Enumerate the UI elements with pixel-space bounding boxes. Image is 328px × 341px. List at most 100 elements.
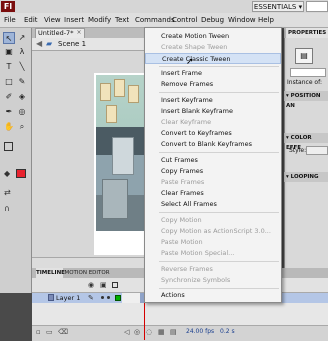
workspace-switcher[interactable]: ESSENTIALS ▾ — [252, 1, 304, 12]
tools-panel: ↖ ↗ ▣ λ T ╲ □ ✎ ✐ ◈ ✒ ◎ ✋ ⌕ ◆ ⇄ ∩ — [0, 28, 32, 293]
layer-visibility-dot[interactable] — [101, 296, 104, 299]
fill-color-swatch[interactable] — [16, 169, 26, 178]
menu-help[interactable]: Help — [258, 13, 274, 27]
menu-control[interactable]: Control — [172, 13, 197, 27]
position-section-header[interactable]: ▾ POSITION AN — [284, 91, 328, 109]
menu-item-create-motion-tween[interactable]: Create Motion Tween — [145, 31, 281, 42]
tab-motion-editor[interactable]: MOTION EDITOR — [64, 268, 110, 278]
zoom-tool-icon[interactable]: ⌕ — [16, 121, 28, 133]
swap-colors-icon[interactable]: ⇄ — [4, 188, 11, 197]
sticky-note-graphic — [106, 105, 117, 123]
stage-horizontal-scrollbar[interactable] — [32, 257, 144, 268]
menu-item-clear-frames[interactable]: Clear Frames — [145, 188, 281, 199]
outline-layers-icon[interactable] — [112, 282, 118, 288]
close-tab-icon[interactable]: × — [75, 28, 83, 37]
center-frame-icon[interactable]: ◁ — [124, 327, 129, 337]
menu-text[interactable]: Text — [115, 13, 129, 27]
timeline-empty-area — [32, 303, 328, 325]
menu-item-select-all-frames[interactable]: Select All Frames — [145, 199, 281, 210]
menu-modify[interactable]: Modify — [88, 13, 111, 27]
sticky-note-graphic — [114, 79, 125, 97]
pen-tool-icon[interactable]: ✒ — [3, 106, 15, 118]
help-search-input[interactable] — [306, 1, 328, 12]
layer-icon — [48, 294, 54, 301]
brush-tool-icon[interactable]: ✐ — [3, 91, 15, 103]
menu-file[interactable]: File — [4, 13, 16, 27]
back-arrow-icon[interactable]: ◀ — [36, 38, 42, 50]
clapperboard-icon: ▰ — [46, 39, 53, 48]
hand-tool-icon[interactable]: ✋ — [3, 121, 15, 133]
color-effect-section-header[interactable]: ▾ COLOR EFFE — [284, 133, 328, 151]
looping-section-header[interactable]: ▾ LOOPING — [284, 172, 328, 182]
computer-case-graphic — [102, 179, 128, 219]
lock-layers-icon[interactable]: ▣ — [100, 279, 107, 291]
menu-item-copy-frames[interactable]: Copy Frames — [145, 166, 281, 177]
stroke-color-swatch[interactable] — [4, 142, 13, 151]
text-tool-icon[interactable]: T — [3, 61, 15, 73]
menu-item-synchronize-symbols: Synchronize Symbols — [161, 276, 231, 284]
frame-rate-display[interactable]: 24.00 fps — [186, 326, 214, 338]
menu-item-remove-frames[interactable]: Remove Frames — [145, 79, 281, 90]
delete-layer-icon[interactable]: ⌫ — [58, 327, 68, 337]
layer-lock-dot[interactable] — [107, 296, 110, 299]
mouse-pointer-icon: ➚ — [186, 57, 194, 67]
paint-bucket-icon: ◆ — [4, 169, 11, 178]
menu-item-copy-motion-as-as3: Copy Motion as ActionScript 3.0... — [161, 227, 271, 235]
line-tool-icon[interactable]: ╲ — [16, 61, 28, 73]
menu-separator — [159, 261, 279, 262]
onion-skin-icon[interactable]: ◎ — [134, 327, 140, 337]
selection-tool-icon[interactable]: ↖ — [3, 32, 15, 44]
menu-debug[interactable]: Debug — [201, 13, 224, 27]
menu-separator — [159, 288, 279, 289]
menu-window[interactable]: Window — [228, 13, 256, 27]
pencil-tool-icon[interactable]: ✎ — [16, 76, 28, 88]
menu-edit[interactable]: Edit — [24, 13, 38, 27]
onion-outline-icon[interactable]: ◌ — [146, 327, 152, 337]
menu-item-insert-blank-keyframe[interactable]: Insert Blank Keyframe — [145, 106, 281, 117]
flash-logo: Fl — [1, 1, 15, 12]
show-hide-layers-icon[interactable]: ◉ — [88, 279, 94, 291]
menu-insert[interactable]: Insert — [64, 13, 84, 27]
sticky-note-graphic — [100, 83, 111, 101]
frame-context-menu: Create Motion Tween Create Shape Tween C… — [144, 27, 282, 303]
free-transform-tool-icon[interactable]: ▣ — [3, 46, 15, 58]
menu-item-create-classic-tween[interactable]: Create Classic Tween — [145, 53, 281, 64]
tab-properties[interactable]: PROPERTIES — [286, 28, 328, 38]
menu-item-convert-to-keyframes[interactable]: Convert to Keyframes — [145, 128, 281, 139]
menu-item-actions[interactable]: Actions — [145, 290, 281, 301]
menu-item-convert-to-blank-keyframes[interactable]: Convert to Blank Keyframes — [145, 139, 281, 150]
timeline-footer — [32, 325, 328, 341]
instance-of-label: Instance of: — [287, 79, 323, 86]
instance-name-field[interactable] — [290, 68, 326, 77]
menu-separator — [159, 152, 279, 153]
stage-artwork[interactable] — [96, 75, 144, 231]
edit-multiple-frames-icon[interactable]: ▦ — [158, 327, 165, 337]
tab-timeline[interactable]: TIMELINE — [36, 268, 65, 278]
sticky-note-graphic — [128, 85, 139, 103]
menu-item-cut-frames[interactable]: Cut Frames — [145, 155, 281, 166]
menu-item-insert-keyframe[interactable]: Insert Keyframe — [145, 95, 281, 106]
monitor-graphic — [112, 137, 134, 175]
elapsed-time-display: 0.2 s — [220, 328, 235, 335]
style-select[interactable] — [306, 146, 328, 155]
menu-commands[interactable]: Commands — [135, 13, 175, 27]
menu-item-paste-frames: Paste Frames — [161, 178, 205, 186]
scene-label[interactable]: Scene 1 — [58, 38, 86, 50]
layer-name[interactable]: Layer 1 — [56, 293, 80, 303]
lasso-tool-icon[interactable]: λ — [16, 46, 28, 58]
menu-separator — [159, 212, 279, 213]
subselection-tool-icon[interactable]: ↗ — [16, 32, 28, 44]
rectangle-tool-icon[interactable]: □ — [3, 76, 15, 88]
modify-onion-markers-icon[interactable]: ▤ — [170, 327, 177, 337]
menu-item-insert-frame[interactable]: Insert Frame — [145, 68, 281, 79]
snap-magnet-icon[interactable]: ∩ — [4, 204, 10, 213]
menu-item-paste-motion-special: Paste Motion Special... — [161, 249, 235, 257]
menu-view[interactable]: View — [44, 13, 61, 27]
new-layer-icon[interactable]: ▫ — [36, 327, 41, 337]
new-folder-icon[interactable]: ▭ — [46, 327, 53, 337]
paint-bucket-tool-icon[interactable]: ◎ — [16, 106, 28, 118]
menu-separator — [159, 92, 279, 93]
menu-item-reverse-frames: Reverse Frames — [161, 265, 213, 273]
layer-outline-color-swatch[interactable] — [115, 295, 121, 301]
deco-tool-icon[interactable]: ◈ — [16, 91, 28, 103]
